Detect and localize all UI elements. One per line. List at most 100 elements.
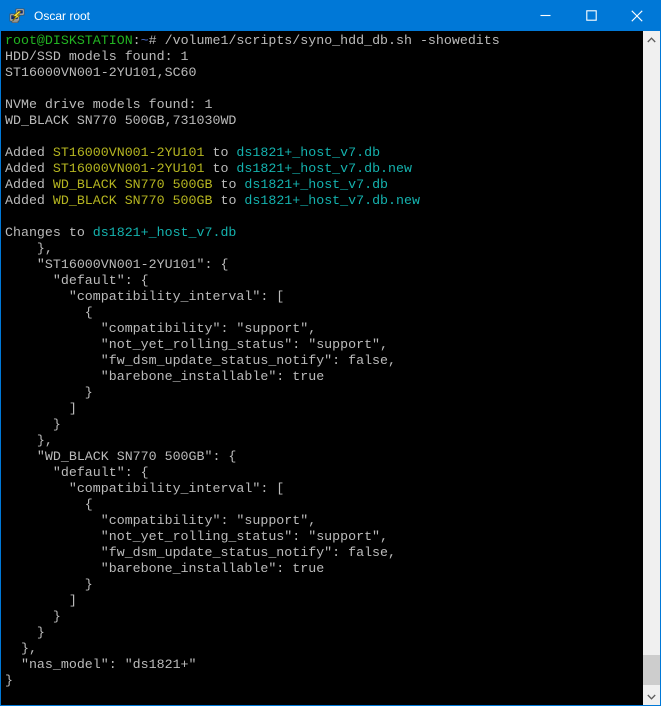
- app-icon-button[interactable]: [9, 8, 25, 24]
- terminal-line: },: [5, 641, 643, 657]
- terminal-line: "compatibility_interval": [: [5, 289, 643, 305]
- terminal-text-segment: "compatibility": "support",: [5, 513, 316, 528]
- terminal-text-segment: "default": {: [5, 465, 149, 480]
- chevron-down-icon: [647, 694, 656, 700]
- putty-icon: [9, 8, 25, 24]
- terminal-text-segment: "fw_dsm_update_status_notify": false,: [5, 353, 396, 368]
- close-icon: [631, 10, 643, 22]
- terminal-text-segment: ]: [5, 593, 77, 608]
- terminal-line: {: [5, 497, 643, 513]
- terminal-line: "WD_BLACK SN770 500GB": {: [5, 449, 643, 465]
- terminal-line: Added ST16000VN001-2YU101 to ds1821+_hos…: [5, 161, 643, 177]
- terminal-text-segment: ds1821+_host_v7.db.new: [236, 161, 412, 176]
- terminal-text-segment: "compatibility_interval": [: [5, 289, 284, 304]
- terminal-text-segment: Added: [5, 145, 53, 160]
- terminal-text-segment: NVMe drive models found: 1: [5, 97, 212, 112]
- terminal-output: root@DISKSTATION:~# /volume1/scripts/syn…: [5, 33, 643, 689]
- terminal-text-segment: ~: [141, 33, 149, 48]
- terminal-line: ]: [5, 593, 643, 609]
- terminal-text-segment: }: [5, 625, 45, 640]
- terminal-line: Added ST16000VN001-2YU101 to ds1821+_hos…: [5, 145, 643, 161]
- terminal-text-segment: WD_BLACK SN770 500GB: [53, 177, 213, 192]
- terminal-line: "fw_dsm_update_status_notify": false,: [5, 545, 643, 561]
- terminal-text-segment: "not_yet_rolling_status": "support",: [5, 337, 388, 352]
- terminal-text-segment: "nas_model": "ds1821+": [5, 657, 197, 672]
- terminal-text-segment: Changes to: [5, 225, 93, 240]
- terminal-text-segment: ]: [5, 401, 77, 416]
- terminal-text-segment: },: [5, 241, 53, 256]
- scroll-down-button[interactable]: [643, 688, 660, 705]
- maximize-button[interactable]: [568, 0, 614, 31]
- terminal-text-segment: {: [5, 305, 93, 320]
- terminal-text-segment: to: [205, 145, 237, 160]
- terminal-screen[interactable]: root@DISKSTATION:~# /volume1/scripts/syn…: [1, 31, 643, 705]
- terminal-line: ST16000VN001-2YU101,SC60: [5, 65, 643, 81]
- terminal-text-segment: Added: [5, 177, 53, 192]
- terminal-line: "compatibility": "support",: [5, 513, 643, 529]
- terminal-line: },: [5, 241, 643, 257]
- terminal-text-segment: ST16000VN001-2YU101: [53, 161, 205, 176]
- terminal-line: }: [5, 673, 643, 689]
- terminal-line: Added WD_BLACK SN770 500GB to ds1821+_ho…: [5, 177, 643, 193]
- terminal-line: Added WD_BLACK SN770 500GB to ds1821+_ho…: [5, 193, 643, 209]
- terminal-line: "compatibility_interval": [: [5, 481, 643, 497]
- terminal-line: NVMe drive models found: 1: [5, 97, 643, 113]
- terminal-line: },: [5, 433, 643, 449]
- window-controls: [522, 0, 660, 31]
- terminal-text-segment: }: [5, 609, 61, 624]
- putty-window: Oscar root root@DISKSTATION:: [0, 0, 661, 706]
- terminal-text-segment: ds1821+_host_v7.db: [93, 225, 237, 240]
- terminal-line: "compatibility": "support",: [5, 321, 643, 337]
- terminal-line: }: [5, 385, 643, 401]
- terminal-line: HDD/SSD models found: 1: [5, 49, 643, 65]
- terminal-text-segment: /volume1/scripts/syno_hdd_db.sh -showedi…: [165, 33, 500, 48]
- window-title: Oscar root: [34, 9, 522, 23]
- terminal-text-segment: }: [5, 673, 13, 688]
- maximize-icon: [586, 10, 597, 21]
- terminal-text-segment: "WD_BLACK SN770 500GB": {: [5, 449, 236, 464]
- terminal-text-segment: WD_BLACK SN770 500GB: [53, 193, 213, 208]
- terminal-text-segment: "default": {: [5, 273, 149, 288]
- window-content: root@DISKSTATION:~# /volume1/scripts/syn…: [1, 31, 660, 705]
- terminal-line: [5, 209, 643, 225]
- terminal-text-segment: "compatibility": "support",: [5, 321, 316, 336]
- terminal-line: "nas_model": "ds1821+": [5, 657, 643, 673]
- terminal-line: }: [5, 609, 643, 625]
- close-button[interactable]: [614, 0, 660, 31]
- terminal-text-segment: ds1821+_host_v7.db: [244, 177, 388, 192]
- terminal-text-segment: to: [205, 161, 237, 176]
- terminal-line: WD_BLACK SN770 500GB,731030WD: [5, 113, 643, 129]
- terminal-line: }: [5, 625, 643, 641]
- scrollbar-thumb[interactable]: [643, 655, 660, 685]
- terminal-text-segment: :: [133, 33, 141, 48]
- terminal-line: [5, 129, 643, 145]
- terminal-text-segment: to: [212, 193, 244, 208]
- terminal-text-segment: }: [5, 577, 93, 592]
- terminal-text-segment: }: [5, 417, 61, 432]
- terminal-line: "ST16000VN001-2YU101": {: [5, 257, 643, 273]
- terminal-line: [5, 81, 643, 97]
- terminal-text-segment: WD_BLACK SN770 500GB,731030WD: [5, 113, 236, 128]
- terminal-text-segment: ds1821+_host_v7.db: [236, 145, 380, 160]
- terminal-line: "fw_dsm_update_status_notify": false,: [5, 353, 643, 369]
- terminal-line: "default": {: [5, 465, 643, 481]
- scroll-up-button[interactable]: [643, 31, 660, 48]
- scrollbar-track[interactable]: [643, 48, 660, 688]
- terminal-line: "default": {: [5, 273, 643, 289]
- terminal-text-segment: },: [5, 433, 53, 448]
- minimize-icon: [540, 10, 551, 21]
- terminal-text-segment: },: [5, 641, 37, 656]
- titlebar[interactable]: Oscar root: [1, 0, 660, 31]
- terminal-text-segment: "fw_dsm_update_status_notify": false,: [5, 545, 396, 560]
- terminal-text-segment: "barebone_installable": true: [5, 561, 324, 576]
- terminal-line: "barebone_installable": true: [5, 369, 643, 385]
- terminal-line: }: [5, 577, 643, 593]
- terminal-text-segment: HDD/SSD models found: 1: [5, 49, 189, 64]
- terminal-line: "barebone_installable": true: [5, 561, 643, 577]
- terminal-text-segment: "not_yet_rolling_status": "support",: [5, 529, 388, 544]
- minimize-button[interactable]: [522, 0, 568, 31]
- terminal-line: "not_yet_rolling_status": "support",: [5, 529, 643, 545]
- terminal-line: {: [5, 305, 643, 321]
- terminal-text-segment: "ST16000VN001-2YU101": {: [5, 257, 228, 272]
- terminal-text-segment: ds1821+_host_v7.db.new: [244, 193, 420, 208]
